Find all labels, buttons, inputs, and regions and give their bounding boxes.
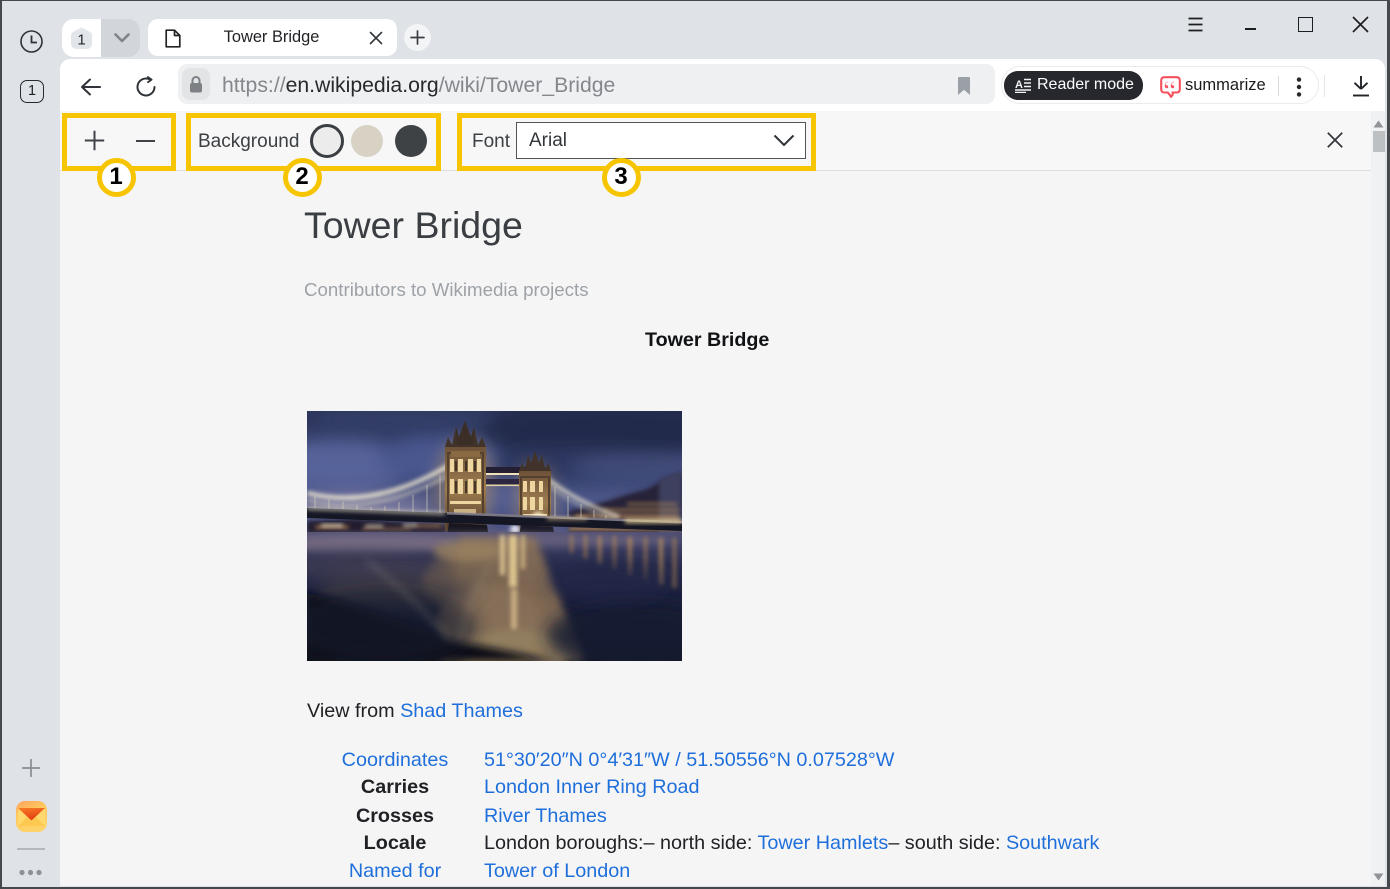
svg-text:1: 1 bbox=[77, 31, 85, 48]
svg-text:A: A bbox=[1015, 79, 1023, 91]
